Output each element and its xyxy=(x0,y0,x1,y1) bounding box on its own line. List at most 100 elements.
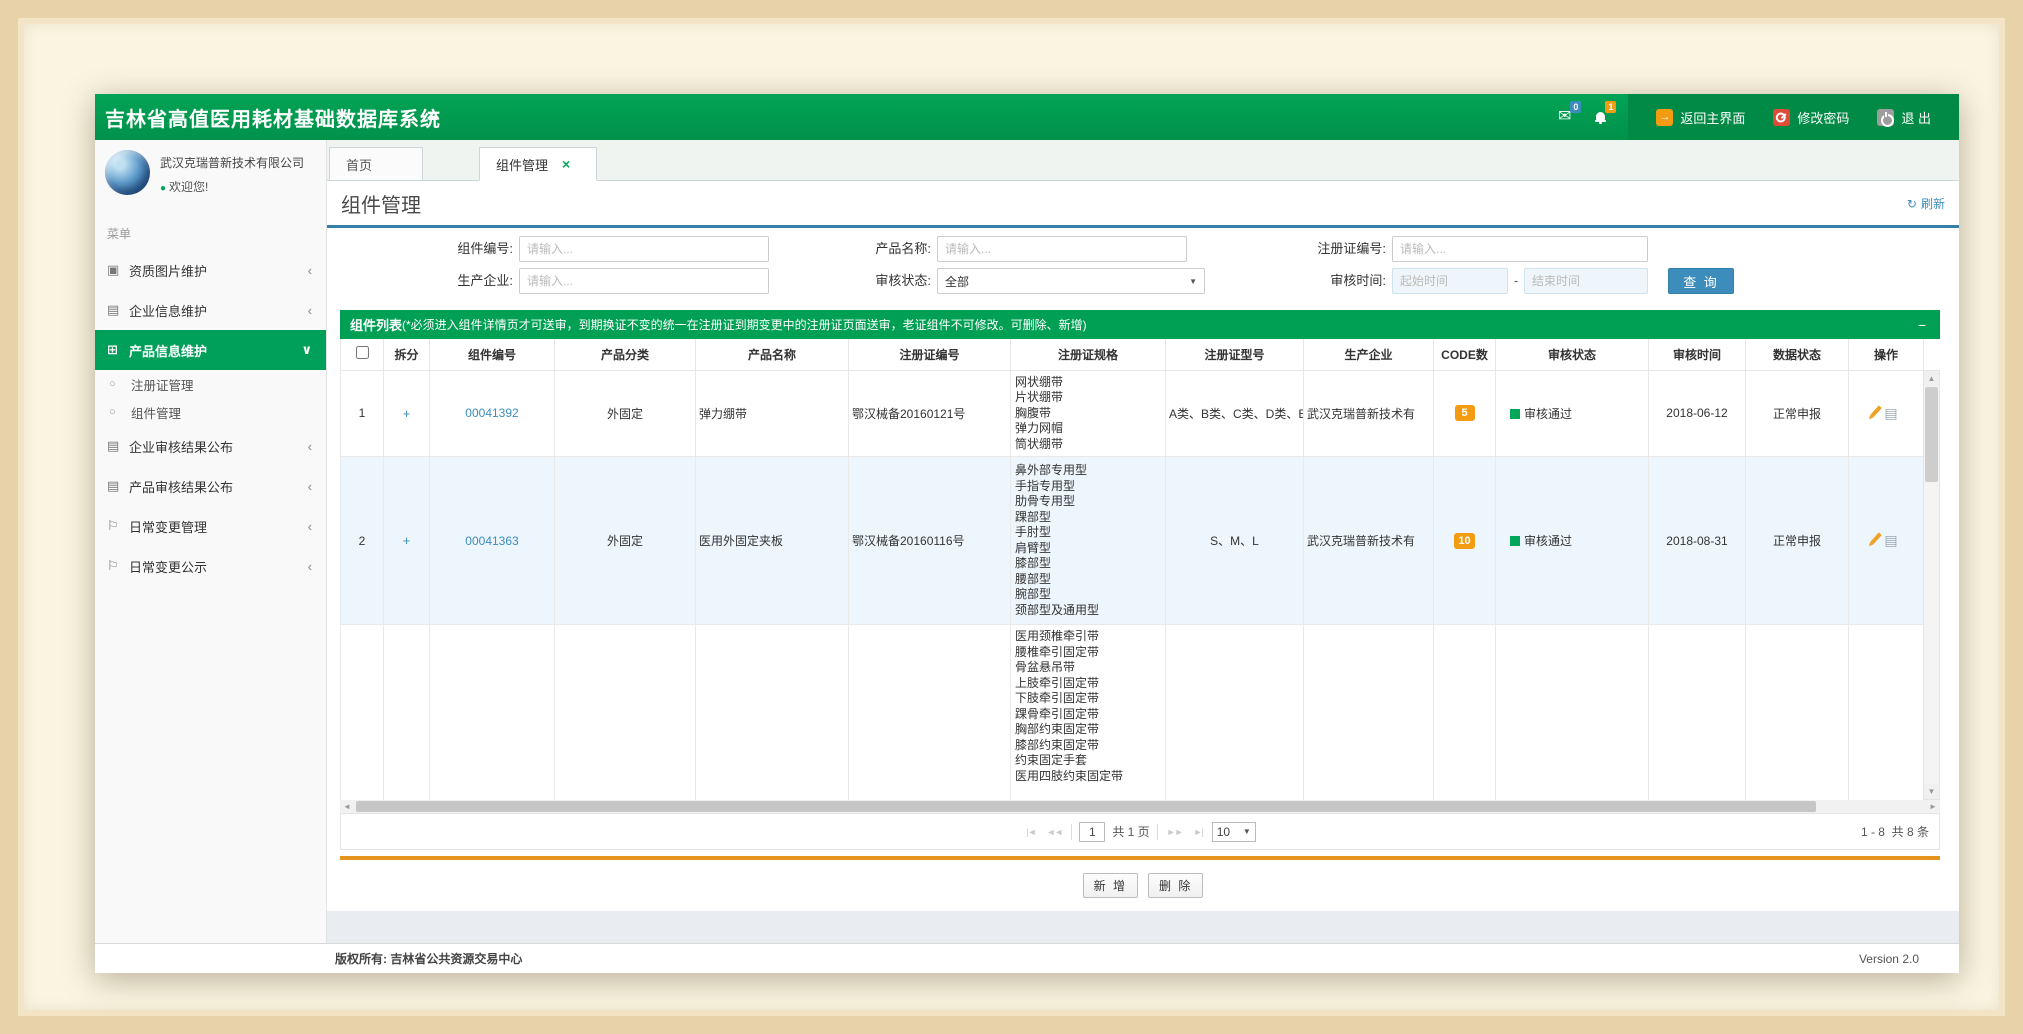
table-row: 2 + 00041363 外固定 医用外固定夹板 鄂汉械备20160116号 鼻… xyxy=(341,457,1924,625)
component-code-input[interactable] xyxy=(519,236,769,262)
product-name: 弹力绷带 xyxy=(696,370,849,457)
sidebar-item-cert-management[interactable]: ○ 注册证管理 xyxy=(95,370,326,398)
horizontal-scrollbar[interactable]: ◄ ► xyxy=(340,800,1940,813)
content-spacer xyxy=(327,911,1959,943)
edit-icon[interactable] xyxy=(1871,405,1883,417)
close-icon[interactable]: × xyxy=(562,156,570,172)
audit-status-select[interactable]: 全部 ▼ xyxy=(937,268,1205,294)
top-navbar: 吉林省高值医用耗材基础数据库系统 ≡ ✉ 0 1 → 返回主界面 修改密码 xyxy=(95,94,1959,140)
sidebar-item-daily-change-management[interactable]: ⚐ 日常变更管理 ‹ xyxy=(95,506,326,546)
sidebar-item-component-management[interactable]: ○ 组件管理 xyxy=(95,398,326,426)
select-all-checkbox[interactable] xyxy=(356,346,369,359)
date-range-dash: - xyxy=(1514,268,1518,294)
status-square-icon xyxy=(1510,536,1520,546)
logout-button[interactable]: 退 出 xyxy=(1863,108,1945,127)
expand-row-button[interactable]: + xyxy=(403,406,411,421)
component-code-link[interactable]: 00041392 xyxy=(465,406,518,420)
query-button[interactable]: 查 询 xyxy=(1668,268,1734,294)
sidebar-item-company-audit-results[interactable]: ▤ 企业审核结果公布 ‹ xyxy=(95,426,326,466)
refresh-link[interactable]: ↻ 刷新 xyxy=(1907,195,1945,212)
product-category: 外固定 xyxy=(555,370,696,457)
bell-badge: 1 xyxy=(1605,101,1616,113)
sidebar-toggle-icon[interactable]: ≡ xyxy=(413,94,453,140)
last-page-button[interactable]: ►| xyxy=(1192,827,1205,837)
scroll-right-icon[interactable]: ► xyxy=(1926,800,1940,813)
sidebar-item-company-info[interactable]: ▤ 企业信息维护 ‹ xyxy=(95,290,326,330)
return-main-button[interactable]: → 返回主界面 xyxy=(1642,108,1759,127)
scroll-down-icon[interactable]: ▼ xyxy=(1924,784,1939,799)
notifications-button[interactable]: 1 xyxy=(1583,94,1618,140)
row-actions: ▤ xyxy=(1849,457,1924,625)
sidebar-item-product-audit-results[interactable]: ▤ 产品审核结果公布 ‹ xyxy=(95,466,326,506)
scrollbar-thumb[interactable] xyxy=(356,801,1816,812)
image-icon: ▣ xyxy=(107,262,129,278)
prev-page-button[interactable]: ◄◄ xyxy=(1045,827,1065,837)
sidebar-item-daily-change-publicity[interactable]: ⚐ 日常变更公示 ‹ xyxy=(95,546,326,586)
search-form: 组件编号: 产品名称: 注册证编号: 生产企业: 审核状态: 全部 ▼ 审核时间… xyxy=(327,228,1959,310)
sidebar: 武汉克瑞普新技术有限公司 ●欢迎您! 菜单 ▣ 资质图片维护 ‹ ▤ 企业信息维… xyxy=(95,140,327,943)
record-range-label: 1 - 8 共 8 条 xyxy=(1861,823,1929,840)
cert-specs: 医用颈椎牵引带 腰椎牵引固定带 骨盆悬吊带 上肢牵引固定带 下肢牵引固定带 踝骨… xyxy=(1011,625,1166,801)
scrollbar-thumb[interactable] xyxy=(1925,387,1938,482)
expand-row-button[interactable]: + xyxy=(403,533,411,548)
audit-status: 审核通过 xyxy=(1496,457,1649,625)
page-header: 组件管理 ↻ 刷新 xyxy=(327,181,1959,225)
scroll-left-icon[interactable]: ◄ xyxy=(340,800,354,813)
vertical-scrollbar[interactable]: ▲ ▼ xyxy=(1923,370,1940,800)
welcome-text: ●欢迎您! xyxy=(160,178,304,195)
user-panel: 武汉克瑞普新技术有限公司 ●欢迎您! xyxy=(95,140,326,199)
audit-time: 2018-06-12 xyxy=(1649,370,1746,457)
manufacturer-input[interactable] xyxy=(519,268,769,294)
key-icon xyxy=(1773,109,1790,126)
delete-button[interactable]: 删 除 xyxy=(1148,873,1203,898)
collapse-icon[interactable]: − xyxy=(1914,317,1930,333)
manufacturer: 武汉克瑞普新技术有 xyxy=(1304,457,1434,625)
document-icon[interactable]: ▤ xyxy=(1884,532,1897,548)
company-name: 武汉克瑞普新技术有限公司 xyxy=(160,154,304,171)
document-icon[interactable]: ▤ xyxy=(1884,405,1897,421)
chevron-down-icon: ▼ xyxy=(1189,277,1197,286)
component-code-link[interactable]: 00041363 xyxy=(465,534,518,548)
tab-home[interactable]: 首页 xyxy=(329,147,423,181)
list-note: (*必须进入组件详情页才可送审，到期换证不变的统一在注册证到期变更中的注册证页面… xyxy=(402,316,1087,333)
code-count-badge: 10 xyxy=(1454,533,1474,549)
cert-models: S、M、L xyxy=(1166,457,1304,625)
product-name-label: 产品名称: xyxy=(801,236,931,262)
page-size-select[interactable]: 10 ▼ xyxy=(1212,822,1256,842)
row-number: 1 xyxy=(341,370,384,457)
add-button[interactable]: 新 增 xyxy=(1083,873,1138,898)
sidebar-item-product-info[interactable]: ⊞ 产品信息维护 ∨ xyxy=(95,330,326,370)
cert-models: A类、B类、C类、D类、E xyxy=(1166,370,1304,457)
row-number: 2 xyxy=(341,457,384,625)
circle-icon: ○ xyxy=(109,406,131,418)
tab-component-management[interactable]: 组件管理 × xyxy=(479,147,597,181)
row-actions: ▤ xyxy=(1849,370,1924,457)
change-password-button[interactable]: 修改密码 xyxy=(1759,108,1863,127)
divider xyxy=(1071,824,1072,840)
cert-specs: 鼻外部专用型 手指专用型 肋骨专用型 踝部型 手肘型 肩臂型 膝部型 腰部型 腕… xyxy=(1011,457,1166,625)
scroll-up-icon[interactable]: ▲ xyxy=(1924,371,1939,386)
edit-icon[interactable] xyxy=(1871,532,1883,544)
product-name-input[interactable] xyxy=(937,236,1187,262)
status-square-icon xyxy=(1510,409,1520,419)
mail-button[interactable]: ✉ 0 xyxy=(1546,94,1583,140)
sidebar-item-qualification-images[interactable]: ▣ 资质图片维护 ‹ xyxy=(95,250,326,290)
table-header-row: 拆分 组件编号 产品分类 产品名称 注册证编号 注册证规格 注册证型号 生产企业… xyxy=(341,339,1924,370)
list-title: 组件列表 xyxy=(350,315,402,334)
end-date-input[interactable] xyxy=(1524,268,1648,294)
app-title: 吉林省高值医用耗材基础数据库系统 xyxy=(95,103,441,132)
page-number-input[interactable] xyxy=(1079,822,1105,842)
copyright-text: 版权所有: 吉林省公共资源交易中心 xyxy=(95,950,522,967)
cert-number: 鄂汉械备20160116号 xyxy=(849,457,1011,625)
cert-number-input[interactable] xyxy=(1392,236,1648,262)
manufacturer-label: 生产企业: xyxy=(383,268,513,294)
component-table-zone: 拆分 组件编号 产品分类 产品名称 注册证编号 注册证规格 注册证型号 生产企业… xyxy=(340,339,1940,800)
cert-number-label: 注册证编号: xyxy=(1256,236,1386,262)
component-code-label: 组件编号: xyxy=(383,236,513,262)
table-row: 医用颈椎牵引带 腰椎牵引固定带 骨盆悬吊带 上肢牵引固定带 下肢牵引固定带 踝骨… xyxy=(341,625,1924,801)
first-page-button[interactable]: |◄ xyxy=(1024,827,1037,837)
start-date-input[interactable] xyxy=(1392,268,1508,294)
version-label: Version 2.0 xyxy=(1859,952,1959,966)
next-page-button[interactable]: ►► xyxy=(1165,827,1185,837)
pagination-bar: |◄ ◄◄ 共 1 页 ►► ►| 10 ▼ 1 - 8 共 8 条 xyxy=(340,813,1940,850)
